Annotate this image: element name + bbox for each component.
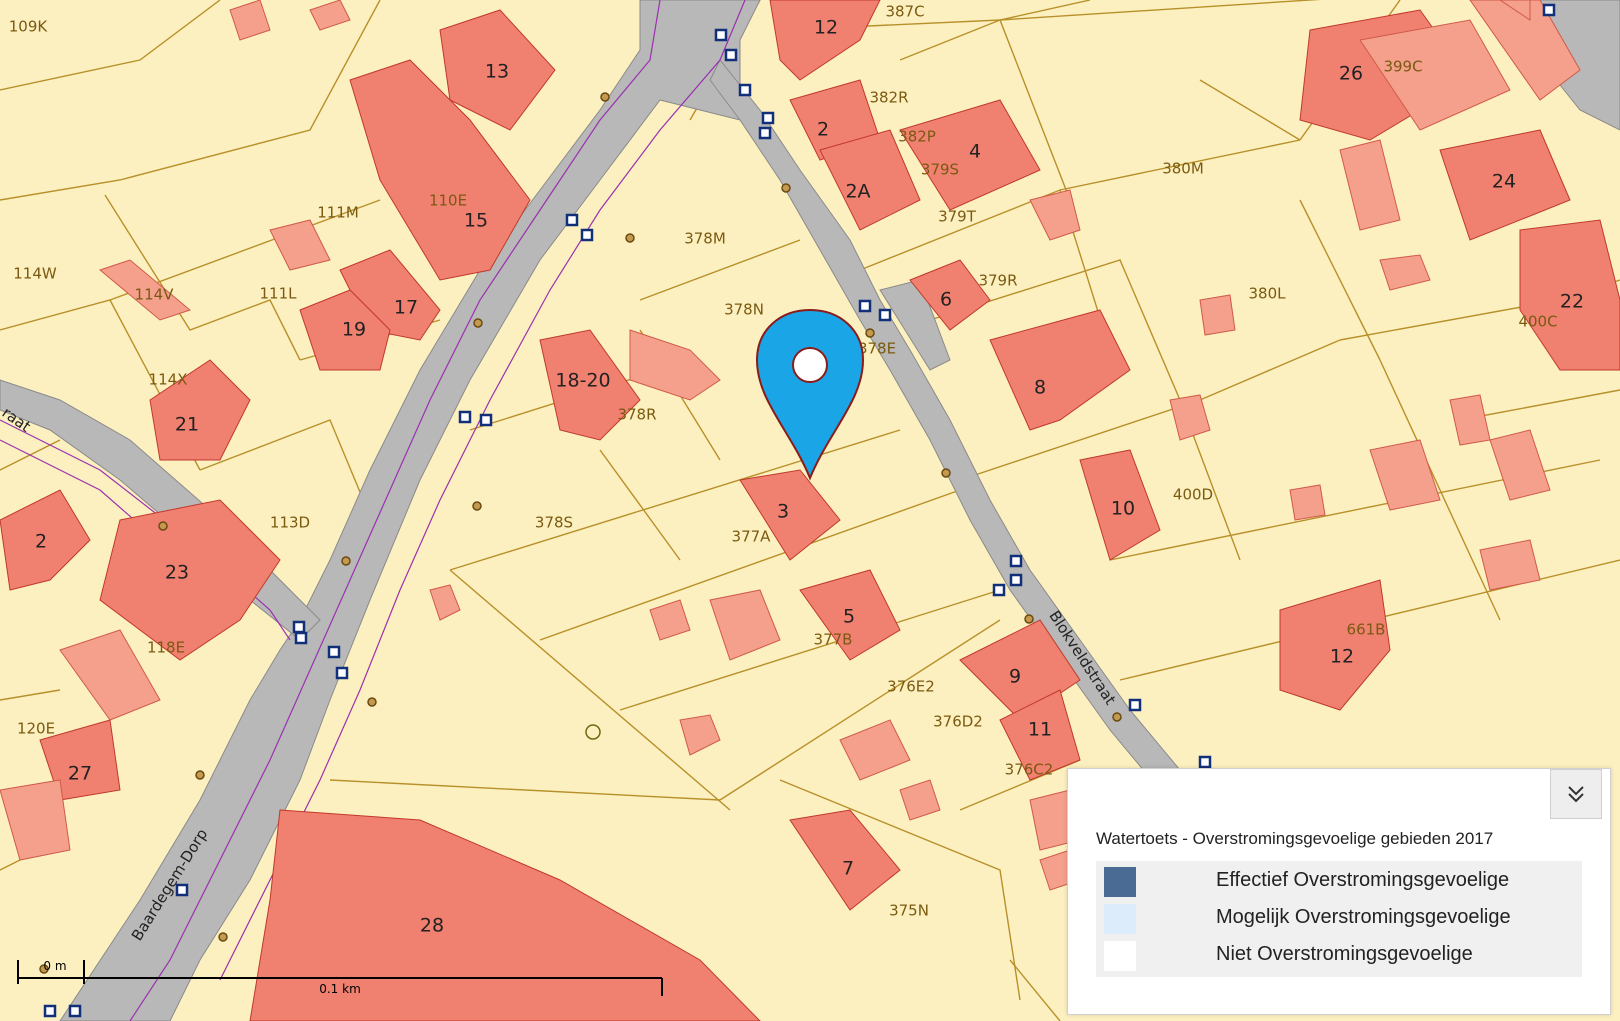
legend-item: Mogelijk Overstromingsgevoelige <box>1096 898 1582 934</box>
parcel-label: 114X <box>149 371 188 389</box>
legend-item: Effectief Overstromingsgevoelige <box>1096 861 1582 897</box>
building-label: 22 <box>1560 291 1584 313</box>
legend-item-label: Effectief Overstromingsgevoelige <box>1216 869 1510 891</box>
scale-bar: 0 m 0.1 km <box>17 959 663 996</box>
building-label: 2 <box>817 119 829 141</box>
legend-item-label: Niet Overstromingsgevoelige <box>1216 943 1473 965</box>
building-label: 12 <box>814 17 838 39</box>
legend-item: Niet Overstromingsgevoelige <box>1096 935 1582 971</box>
building-label: 19 <box>342 319 366 341</box>
building-label: 10 <box>1111 498 1135 520</box>
parcel-label: 111M <box>317 204 359 222</box>
parcel-label: 114W <box>13 265 57 283</box>
parcel-label: 380L <box>1249 285 1287 303</box>
building-label: 28 <box>420 915 444 937</box>
parcel-label: 111L <box>260 285 298 303</box>
parcel-label: 378R <box>617 406 656 424</box>
parcel-label: 113D <box>270 514 310 532</box>
scale-end-label: 0.1 km <box>319 982 361 996</box>
legend-swatch <box>1104 941 1136 971</box>
building-label: 12 <box>1330 646 1354 668</box>
building-label: 2A <box>845 181 870 203</box>
parcel-label: 382R <box>869 89 908 107</box>
parcel-label: 376D2 <box>933 713 983 731</box>
parcel-label: 400C <box>1518 313 1557 331</box>
parcel-label: 118E <box>147 639 185 657</box>
building-label: 18-20 <box>555 370 610 392</box>
parcel-label: 400D <box>1173 486 1213 504</box>
building-label: 4 <box>969 141 981 163</box>
building-label: 23 <box>165 562 189 584</box>
parcel-label: 114V <box>135 286 175 304</box>
parcel-label: 110E <box>429 192 467 210</box>
building-label: 3 <box>777 501 789 523</box>
legend-item-label: Mogelijk Overstromingsgevoelige <box>1216 906 1511 928</box>
parcel-label: 109K <box>9 18 49 36</box>
building-label: 6 <box>940 289 952 311</box>
collapse-legend-button[interactable] <box>1550 769 1602 819</box>
building-label: 7 <box>842 858 854 880</box>
parcel-label: 399C <box>1383 58 1422 76</box>
building-label: 21 <box>175 414 199 436</box>
building-label: 24 <box>1492 171 1516 193</box>
parcel-label: 378S <box>535 514 573 532</box>
building-label: 9 <box>1009 666 1021 688</box>
building-label: 8 <box>1034 377 1046 399</box>
legend-items: Effectief Overstromingsgevoelige Mogelij… <box>1096 861 1582 977</box>
parcel-label: 387C <box>885 3 924 21</box>
parcel-label: 375N <box>889 902 929 920</box>
building-label: 27 <box>68 763 92 785</box>
legend-panel: Watertoets - Overstromingsgevoelige gebi… <box>1067 768 1611 1015</box>
building-label: 2 <box>35 531 47 553</box>
parcel-label: 377A <box>732 528 772 546</box>
parcel-label: 377B <box>814 631 853 649</box>
scale-start-label: 0 m <box>43 959 66 973</box>
parcel-label: 376C2 <box>1005 761 1054 779</box>
building-label: 11 <box>1028 719 1052 741</box>
building-label: 5 <box>843 606 855 628</box>
parcel-label: 120E <box>17 720 55 738</box>
building-label: 13 <box>485 61 509 83</box>
legend-title: Watertoets - Overstromingsgevoelige gebi… <box>1096 829 1494 848</box>
parcel-label: 378N <box>724 301 764 319</box>
parcel-label: 380M <box>1162 160 1204 178</box>
legend-swatch <box>1104 904 1136 934</box>
parcel-label: 378M <box>684 230 726 248</box>
parcel-label: 379S <box>921 161 959 179</box>
building-label: 17 <box>394 297 418 319</box>
parcel-label: 379R <box>978 272 1017 290</box>
parcel-label: 379T <box>938 208 977 226</box>
parcel-label: 382P <box>898 128 936 146</box>
parcel-label: 661B <box>1347 621 1386 639</box>
building-label: 15 <box>464 210 488 232</box>
legend-swatch <box>1104 867 1136 897</box>
parcel-label: 376E2 <box>887 678 935 696</box>
building-label: 26 <box>1339 63 1363 85</box>
chevron-double-down-icon <box>1568 786 1584 803</box>
